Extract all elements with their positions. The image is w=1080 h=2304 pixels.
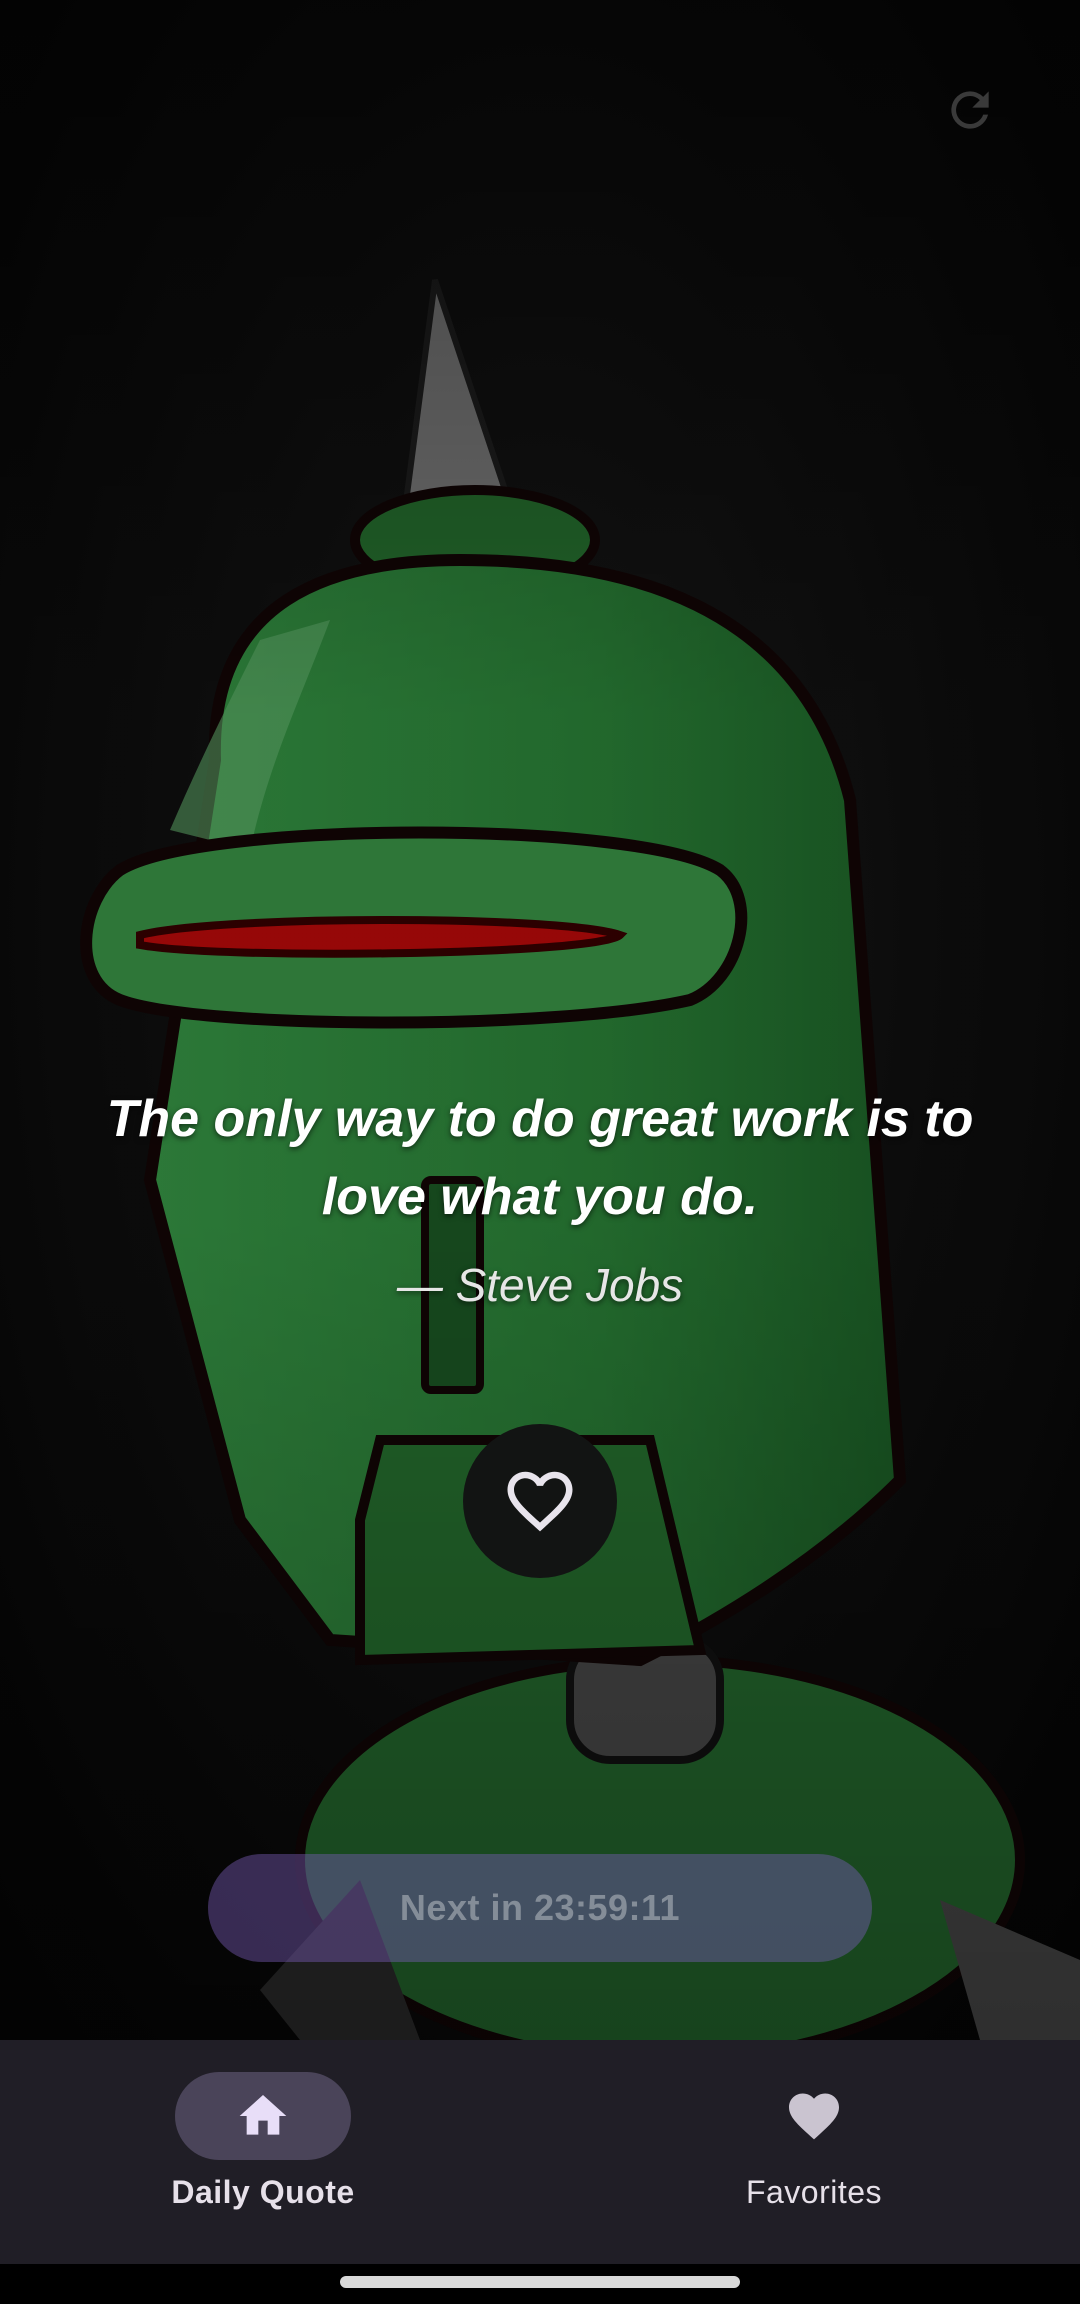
daily-quote-screen: The only way to do great work is to love…: [0, 0, 1080, 2304]
quote-author: — Steve Jobs: [396, 1259, 684, 1311]
quote-card: The only way to do great work is to love…: [90, 1080, 990, 1312]
favorite-button[interactable]: [463, 1424, 617, 1578]
dim-overlay: [0, 0, 1080, 2040]
nav-active-indicator: [175, 2072, 351, 2160]
refresh-icon: [951, 91, 989, 129]
home-icon: [239, 2095, 287, 2135]
home-gesture-handle[interactable]: [340, 2276, 740, 2288]
next-quote-button[interactable]: Next in 23:59:11: [208, 1854, 872, 1962]
heart-outline-icon: [507, 1471, 573, 1532]
nav-label-daily-quote: Daily Quote: [171, 2174, 355, 2210]
nav-item-daily-quote[interactable]: Daily Quote: [113, 2072, 413, 2232]
quote-text: The only way to do great work is to love…: [106, 1090, 974, 1226]
nav-item-favorites[interactable]: Favorites: [664, 2072, 964, 2232]
nav-label-favorites: Favorites: [745, 2174, 883, 2210]
system-gesture-area: [0, 2264, 1080, 2304]
nav-icon-container: [726, 2072, 902, 2160]
next-quote-countdown: Next in 23:59:11: [399, 1887, 681, 1928]
heart-icon: [789, 2093, 839, 2140]
refresh-button[interactable]: [930, 70, 1010, 150]
bottom-navigation: Daily Quote Favorites: [0, 2040, 1080, 2264]
